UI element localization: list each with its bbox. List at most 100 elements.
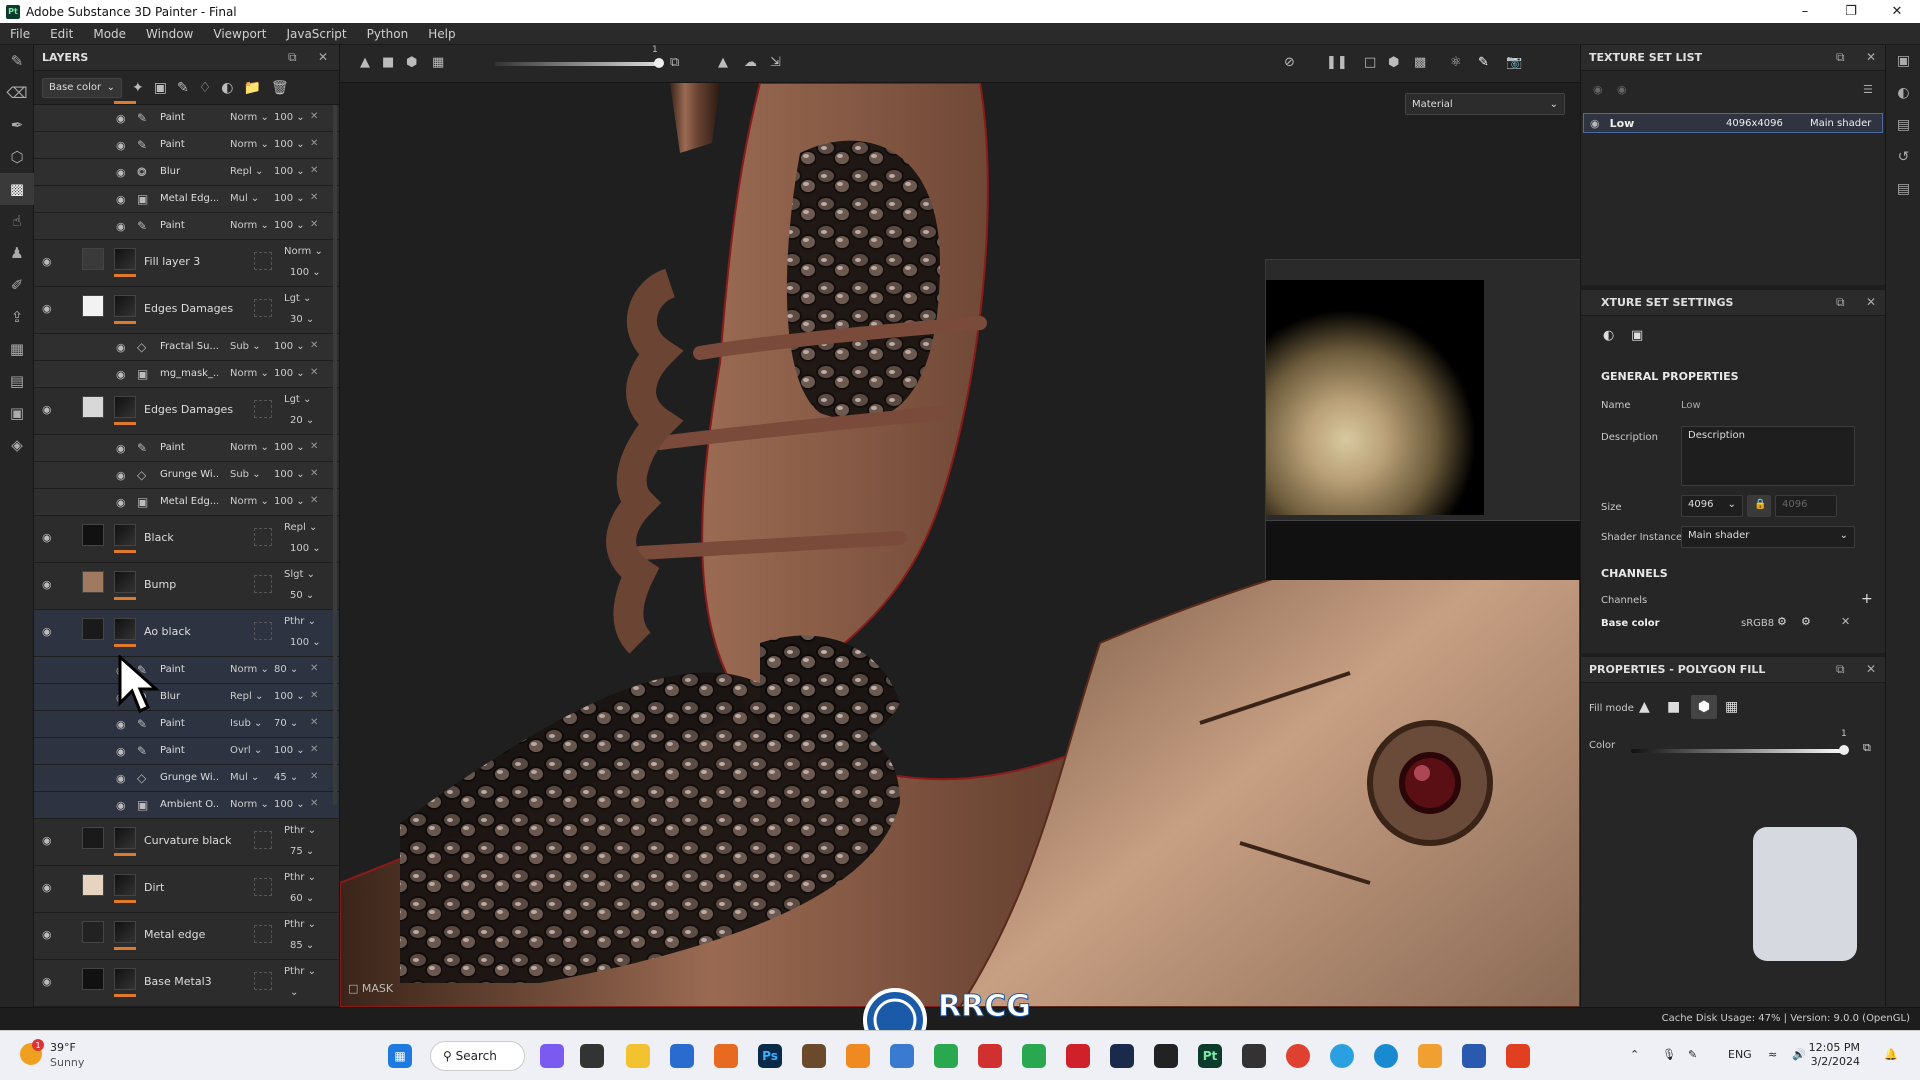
layer-blend-mode[interactable]: Norm ⌄ (284, 246, 323, 257)
layer-row[interactable]: ◉ Metal edge Pthr ⌄ 85 ⌄ (34, 913, 339, 960)
layer-effect-row[interactable]: ◉ ✎ Paint Isub ⌄ 70 ⌄ ✕ (34, 711, 339, 738)
effect-blend-mode[interactable]: Norm ⌄ (230, 112, 269, 123)
layer-fill-thumbnail[interactable] (82, 248, 104, 270)
remove-effect-icon[interactable]: ✕ (310, 717, 318, 728)
effect-blend-mode[interactable]: Sub ⌄ (230, 341, 261, 352)
history-icon[interactable]: ↺ (1886, 141, 1920, 173)
effect-opacity[interactable]: 100 ⌄ (274, 193, 305, 204)
visibility-eye-icon[interactable]: ◉ (116, 112, 126, 125)
effect-blend-mode[interactable]: Sub ⌄ (230, 469, 261, 480)
layer-effect-row[interactable]: ◉ ◇ Fractal Su... Sub ⌄ 100 ⌄ ✕ (34, 334, 339, 361)
effect-blend-mode[interactable]: Mul ⌄ (230, 772, 259, 783)
effect-blend-mode[interactable]: Repl ⌄ (230, 166, 263, 177)
layer-opacity[interactable]: 100 ⌄ (290, 637, 321, 648)
layer-mask-slot[interactable] (254, 299, 272, 317)
triangle-mode-icon[interactable]: ▲ (1639, 699, 1650, 715)
davinci-icon[interactable] (1066, 1044, 1090, 1068)
layer-mask-thumbnail[interactable] (114, 571, 136, 593)
log-icon[interactable]: ▤ (1886, 173, 1920, 205)
projection-icon[interactable]: ✒ (0, 109, 34, 141)
app-icon-22[interactable] (1462, 1044, 1486, 1068)
app-icon-12[interactable] (1022, 1044, 1046, 1068)
layer-blend-mode[interactable]: Lgt ⌄ (284, 394, 311, 405)
effect-blend-mode[interactable]: Norm ⌄ (230, 368, 269, 379)
layer-mask-slot[interactable] (254, 878, 272, 896)
layer-opacity[interactable]: 85 ⌄ (290, 940, 314, 951)
app-icon-15[interactable] (1154, 1044, 1178, 1068)
assets-icon[interactable]: ▦ (0, 333, 34, 365)
effect-blend-mode[interactable]: Norm ⌄ (230, 664, 269, 675)
layer-effect-row[interactable]: ◉⭗BlurRepl ⌄100 ⌄✕ (34, 684, 339, 711)
layer-effect-row[interactable]: ◉ ◇ Grunge Wi... Mul ⌄ 45 ⌄ ✕ (34, 765, 339, 792)
layer-row[interactable]: ◉ Black Repl ⌄ 100 ⌄ (34, 516, 339, 563)
language-indicator[interactable]: ENG (1728, 1048, 1752, 1061)
layer-opacity[interactable]: 60 ⌄ (290, 893, 314, 904)
mask-checkbox-icon[interactable]: □ (348, 982, 358, 995)
volume-icon[interactable]: 🔊 (1792, 1048, 1806, 1061)
description-field[interactable]: Description (1681, 426, 1855, 486)
layer-mask-thumbnail[interactable] (114, 968, 136, 990)
menu-window[interactable]: Window (136, 27, 203, 41)
remove-effect-icon[interactable]: ✕ (310, 219, 318, 230)
copilot-icon[interactable] (540, 1044, 564, 1068)
quad-fill-icon[interactable]: ■ (382, 55, 394, 70)
layer-mask-slot[interactable] (254, 400, 272, 418)
layer-effect-row[interactable]: ◉ ✎ Paint Norm ⌄ 100 ⌄ ✕ (34, 132, 339, 159)
blender-icon[interactable] (846, 1044, 870, 1068)
layer-mask-slot[interactable] (254, 528, 272, 546)
effect-opacity[interactable]: 100 ⌄ (274, 368, 305, 379)
layer-opacity[interactable]: 75 ⌄ (290, 846, 314, 857)
visibility-eye-icon[interactable]: ◉ (116, 469, 126, 482)
effect-opacity[interactable]: 100 ⌄ (274, 745, 305, 756)
effect-opacity[interactable]: 100 ⌄ (274, 166, 305, 177)
minimize-button[interactable]: – (1782, 0, 1828, 23)
layer-opacity[interactable]: 100 ⌄ (290, 267, 321, 278)
app-icon-11[interactable] (978, 1044, 1002, 1068)
show-hidden-icons-icon[interactable]: ⌃ (1630, 1048, 1639, 1061)
layer-mask-slot[interactable] (254, 622, 272, 640)
object-fill-icon[interactable]: ⬢ (406, 55, 417, 70)
visibility-eye-icon[interactable]: ◉ (116, 193, 126, 206)
menu-edit[interactable]: Edit (40, 27, 83, 41)
channel-options-icon[interactable]: ⚙ (1801, 615, 1811, 628)
size-select[interactable]: 4096 ⌄ (1681, 495, 1743, 517)
layer-blend-mode[interactable]: Lgt ⌄ (284, 293, 311, 304)
layer-mask-thumbnail[interactable] (114, 618, 136, 640)
shader-settings-icon[interactable]: ▤ (1886, 109, 1920, 141)
visibility-eye-icon[interactable]: ◉ (42, 975, 52, 988)
visibility-eye-icon[interactable]: ◉ (42, 625, 52, 638)
effect-opacity[interactable]: 80 ⌄ (274, 664, 298, 675)
color-slider[interactable] (1631, 745, 1849, 755)
shader-instance-select[interactable]: Main shader ⌄ (1681, 526, 1855, 548)
polygon-fill-icon[interactable]: ▩ (0, 173, 34, 205)
object-mode-icon[interactable]: ⬢ (1691, 695, 1717, 719)
effect-opacity[interactable]: 45 ⌄ (274, 772, 298, 783)
layer-fill-thumbnail[interactable] (82, 295, 104, 317)
layer-row[interactable]: ◉ Fill layer 3 Norm ⌄ 100 ⌄ (34, 240, 339, 287)
uv-preview-panel[interactable] (1265, 259, 1580, 580)
remove-effect-icon[interactable]: ✕ (310, 441, 318, 452)
effect-blend-mode[interactable]: Mul ⌄ (230, 193, 259, 204)
remove-channel-icon[interactable]: ✕ (1841, 615, 1850, 628)
symmetry-icon[interactable]: ▲ (718, 55, 728, 70)
file-explorer-icon[interactable] (626, 1044, 650, 1068)
layer-mask-thumbnail[interactable] (114, 874, 136, 896)
layer-mask-slot[interactable] (254, 575, 272, 593)
remove-effect-icon[interactable]: ✕ (310, 367, 318, 378)
close-panel-icon[interactable]: ✕ (1866, 662, 1876, 676)
remove-effect-icon[interactable]: ✕ (310, 468, 318, 479)
menu-python[interactable]: Python (357, 27, 419, 41)
maximize-button[interactable]: ❐ (1828, 0, 1874, 23)
layer-blend-mode[interactable]: Pthr ⌄ (284, 966, 316, 977)
steam-icon[interactable] (1110, 1044, 1134, 1068)
visibility-eye-icon[interactable]: ◉ (42, 578, 52, 591)
layer-effect-row[interactable]: ◉✎PaintNorm ⌄80 ⌄✕ (34, 657, 339, 684)
effect-opacity[interactable]: 100 ⌄ (274, 220, 305, 231)
effect-blend-mode[interactable]: Repl ⌄ (230, 691, 263, 702)
camera-icon[interactable]: ▩ (1414, 55, 1426, 70)
visibility-eye-icon[interactable]: ◉ (116, 496, 126, 509)
layer-opacity[interactable]: ⌄ (290, 987, 298, 998)
camera-align-icon[interactable]: ⇲ (770, 55, 781, 70)
effect-opacity[interactable]: 100 ⌄ (274, 442, 305, 453)
channel-select[interactable]: Base color ⌄ (42, 77, 122, 98)
